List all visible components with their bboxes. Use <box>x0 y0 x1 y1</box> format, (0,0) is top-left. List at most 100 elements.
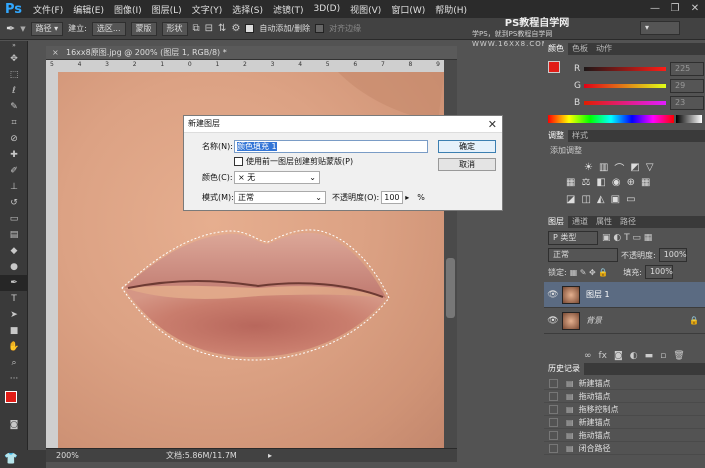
auto-add-delete-checkbox[interactable] <box>245 24 255 33</box>
tab-color[interactable]: 颜色 <box>544 43 568 55</box>
path-arrangement-icon[interactable]: ⇅ <box>218 23 226 34</box>
crop-tool-icon[interactable]: ⌗ <box>0 115 28 131</box>
dialog-close-icon[interactable]: ✕ <box>488 117 497 133</box>
trash-icon[interactable]: 🗑 <box>673 351 684 361</box>
black-white-swatch[interactable] <box>676 115 702 123</box>
selective-color-icon[interactable]: ▣ <box>611 194 620 205</box>
lock-icons[interactable]: ▦ ✎ ✥ 🔒 <box>570 268 609 277</box>
new-layer-icon[interactable]: ▫ <box>660 351 666 361</box>
menu-select[interactable]: 选择(S) <box>227 3 268 16</box>
adjustment-layer-icon[interactable]: ◐ <box>630 351 638 361</box>
tab-properties[interactable]: 属性 <box>592 216 616 228</box>
eyedropper-tool-icon[interactable]: ⊘ <box>0 131 28 147</box>
tab-paths[interactable]: 路径 <box>616 216 640 228</box>
mask-icon[interactable]: ◙ <box>614 351 623 361</box>
layer-filter-select[interactable]: P 类型 <box>548 231 598 245</box>
zoom-level[interactable]: 200% <box>56 449 79 462</box>
ok-button[interactable]: 确定 <box>438 140 496 153</box>
rectangle-tool-icon[interactable]: ■ <box>0 323 28 339</box>
folder-icon[interactable]: ▬ <box>645 351 654 361</box>
layer-name[interactable]: 背景 <box>586 315 602 326</box>
levels-icon[interactable]: ▥ <box>599 162 608 173</box>
pen-mode-select[interactable]: 路径 ▾ <box>30 21 64 36</box>
quick-select-tool-icon[interactable]: ✎ <box>0 99 28 115</box>
history-checkbox[interactable] <box>549 379 558 388</box>
opacity-input[interactable]: 100 <box>381 191 404 204</box>
layer-row-layer1[interactable]: 👁 图层 1 <box>544 282 705 308</box>
restore-button[interactable]: ❐ <box>665 0 685 18</box>
history-item[interactable]: ▤ 新建锚点 <box>544 378 705 390</box>
channel-mixer-icon[interactable]: ⊕ <box>627 177 635 188</box>
eye-icon[interactable]: 👁 <box>544 290 562 300</box>
history-brush-tool-icon[interactable]: ↺ <box>0 195 28 211</box>
fx-icon[interactable]: fx <box>599 351 608 361</box>
threshold-icon[interactable]: ◭ <box>597 194 605 205</box>
align-edges-checkbox[interactable] <box>315 24 325 33</box>
mode-select[interactable]: 正常 ⌄ <box>234 191 326 204</box>
exposure-icon[interactable]: ◩ <box>630 162 639 173</box>
close-doc-icon[interactable]: × <box>52 46 59 60</box>
lasso-tool-icon[interactable]: ℓ <box>0 83 28 99</box>
menu-edit[interactable]: 编辑(E) <box>68 3 109 16</box>
gradient-map-icon[interactable]: ▭ <box>626 194 635 205</box>
path-select-tool-icon[interactable]: ➤ <box>0 307 28 323</box>
blur-tool-icon[interactable]: ◆ <box>0 243 28 259</box>
tab-layers[interactable]: 图层 <box>544 216 568 228</box>
color-lookup-icon[interactable]: ▦ <box>641 177 650 188</box>
history-checkbox[interactable] <box>549 405 558 414</box>
opacity-dropdown-icon[interactable]: ▸ <box>405 193 409 202</box>
brightness-icon[interactable]: ☀ <box>584 162 593 173</box>
make-shape-button[interactable]: 形状 <box>161 21 188 36</box>
menu-image[interactable]: 图像(I) <box>109 3 147 16</box>
dodge-tool-icon[interactable]: ● <box>0 259 28 275</box>
menu-filter[interactable]: 滤镜(T) <box>268 3 309 16</box>
history-item[interactable]: ▤ 拖动锚点 <box>544 430 705 442</box>
make-mask-button[interactable]: 蒙版 <box>130 21 157 36</box>
black-white-icon[interactable]: ◧ <box>596 177 605 188</box>
layer-name[interactable]: 图层 1 <box>586 289 610 300</box>
eye-icon[interactable]: 👁 <box>544 316 562 326</box>
type-tool-icon[interactable]: T <box>0 291 28 307</box>
gradient-tool-icon[interactable]: ▤ <box>0 227 28 243</box>
minimize-button[interactable]: — <box>645 0 665 18</box>
menu-help[interactable]: 帮助(H) <box>430 3 472 16</box>
path-operations-icon[interactable]: ⧉ <box>193 23 200 34</box>
workspace-select[interactable]: ▾ <box>640 21 680 35</box>
gear-icon[interactable]: ⚙ <box>231 23 240 34</box>
brush-tool-icon[interactable]: ✐ <box>0 163 28 179</box>
history-item[interactable]: ▤ 闭合路径 <box>544 443 705 455</box>
status-arrow-icon[interactable]: ▸ <box>268 449 272 462</box>
r-value[interactable]: 225 <box>670 62 704 76</box>
menu-window[interactable]: 窗口(W) <box>386 3 430 16</box>
doc-size[interactable]: 文档:5.86M/11.7M <box>166 449 237 462</box>
g-value[interactable]: 29 <box>670 79 704 93</box>
close-button[interactable]: ✕ <box>685 0 705 18</box>
b-value[interactable]: 23 <box>670 96 704 110</box>
quick-mask-icon[interactable]: ◙ <box>0 417 28 433</box>
pen-tool-icon[interactable]: ✒ <box>6 22 15 35</box>
move-tool-icon[interactable]: ✥ <box>0 51 28 67</box>
menu-type[interactable]: 文字(Y) <box>187 3 228 16</box>
g-slider[interactable] <box>584 84 666 88</box>
scrollbar-thumb[interactable] <box>446 258 455 318</box>
color-balance-icon[interactable]: ⚖ <box>581 177 590 188</box>
color-select[interactable]: × 无 ⌄ <box>234 171 320 184</box>
tab-history[interactable]: 历史记录 <box>544 363 584 375</box>
chevron-down-icon[interactable]: ▼ <box>20 25 25 33</box>
history-item[interactable]: ▤ 拖动锚点 <box>544 391 705 403</box>
tab-actions[interactable]: 动作 <box>592 43 616 55</box>
layer-row-background[interactable]: 👁 背景 🔒 <box>544 308 705 334</box>
layer-opacity-input[interactable]: 100% <box>658 248 687 262</box>
document-tab[interactable]: 16xx8原图.jpg @ 200% (图层 1, RGB/8) * × <box>46 46 457 60</box>
name-input[interactable]: 颜色填充 1 <box>234 140 428 153</box>
history-item[interactable]: ▤ 新建锚点 <box>544 417 705 429</box>
menu-layer[interactable]: 图层(L) <box>147 3 187 16</box>
history-checkbox[interactable] <box>549 392 558 401</box>
tab-channels[interactable]: 通道 <box>568 216 592 228</box>
posterize-icon[interactable]: ◫ <box>581 194 590 205</box>
hue-sat-icon[interactable]: ▦ <box>566 177 575 188</box>
more-tools-icon[interactable]: ··· <box>0 371 28 387</box>
healing-brush-tool-icon[interactable]: ✚ <box>0 147 28 163</box>
marquee-tool-icon[interactable]: ⬚ <box>0 67 28 83</box>
filter-icons[interactable]: ▣ ◐ T ▭ ▦ <box>602 233 652 243</box>
